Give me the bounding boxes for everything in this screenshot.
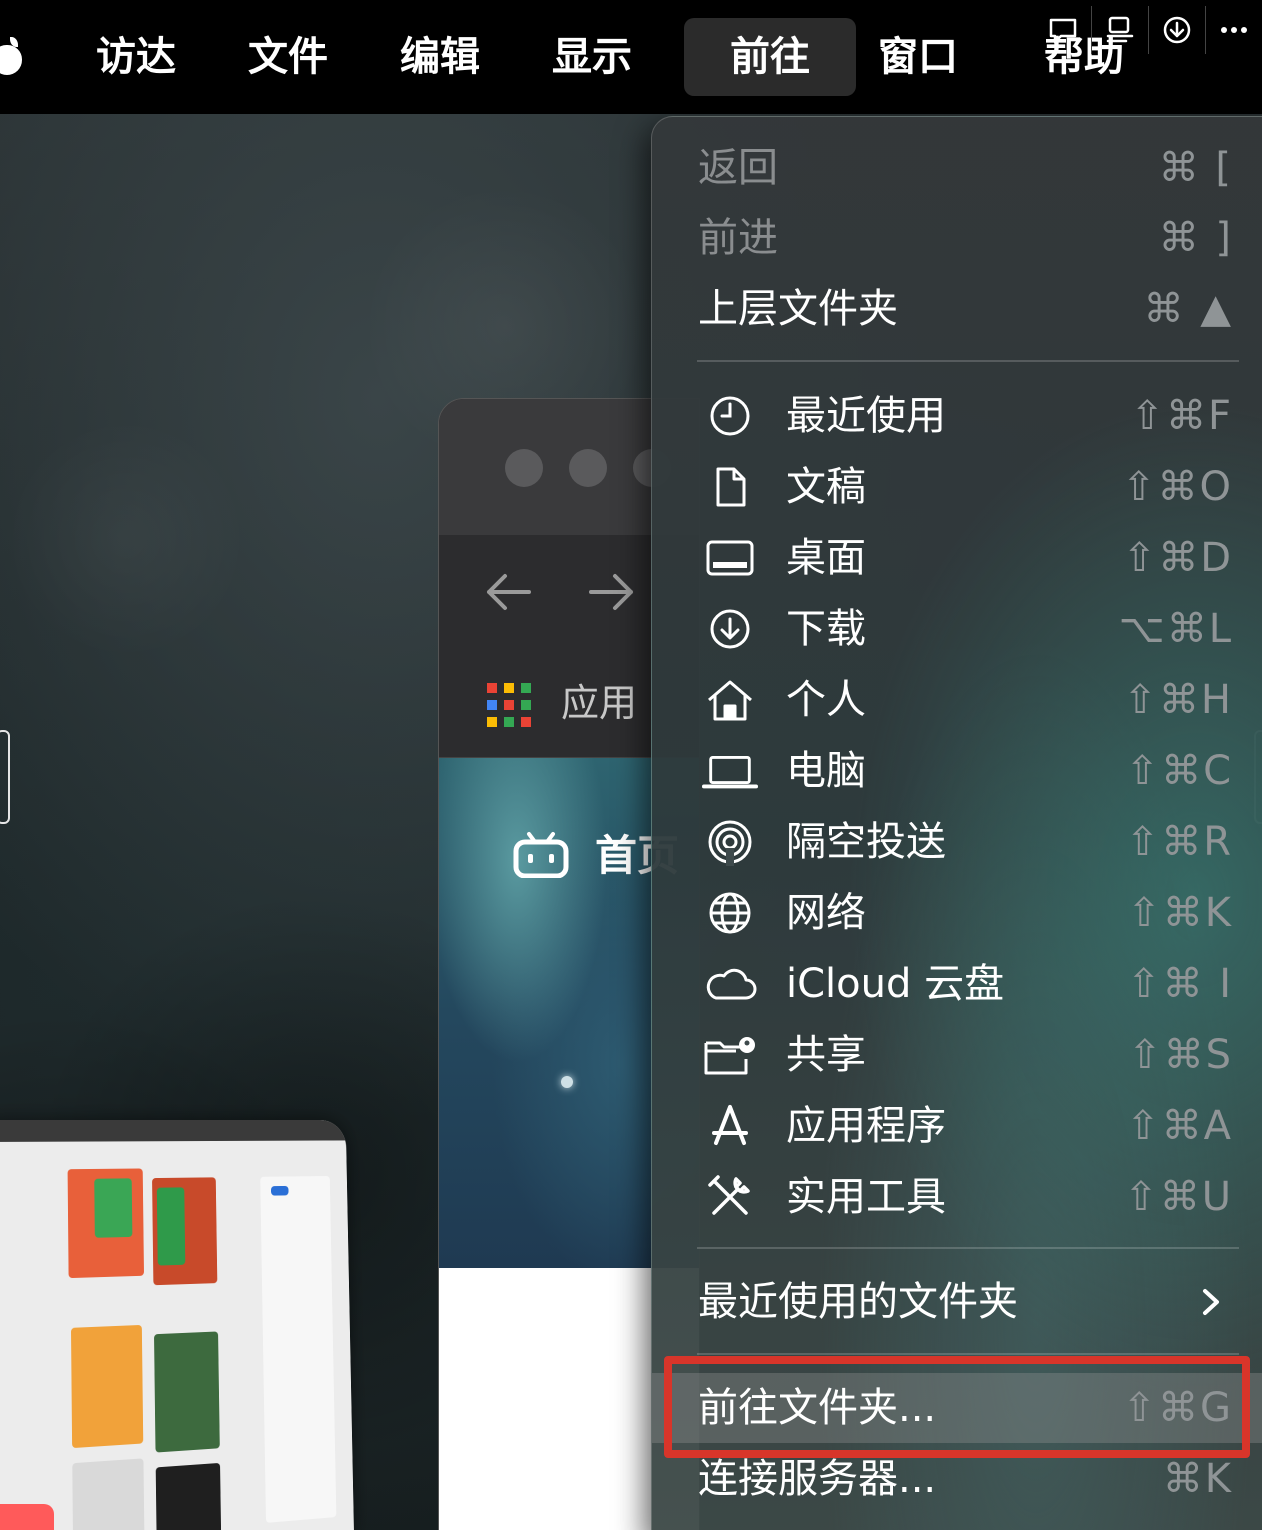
menu-item-downloads[interactable]: 下载 ⌥⌘L [652, 594, 1262, 664]
laptop-icon [702, 749, 758, 793]
menu-item-airdrop[interactable]: 隔空投送 ⇧⌘R [652, 807, 1262, 877]
shortcut-label: ⌥⌘L [1118, 606, 1233, 652]
more-icon[interactable] [1206, 2, 1262, 58]
utilities-icon [702, 1175, 758, 1219]
shortcut-label: ⇧⌘A [1126, 1103, 1233, 1149]
menu-item-label: 个人 [786, 677, 866, 723]
dock-app-icon[interactable] [0, 1504, 54, 1530]
shortcut-label: ⇧⌘ I [1126, 961, 1233, 1007]
menu-item-label: 最近使用 [786, 393, 946, 439]
cloud-icon [702, 962, 758, 1006]
display-icon[interactable] [1092, 2, 1148, 58]
status-icons [1035, 0, 1262, 60]
menu-item-forward[interactable]: 前进 ⌘ ] [652, 203, 1262, 273]
close-button[interactable] [505, 449, 543, 487]
go-menu-dropdown: 返回 ⌘ [ 前进 ⌘ ] 上层文件夹 ⌘ ▲ 最近使用 ⇧⌘F 文稿 ⇧⌘O [651, 116, 1262, 1530]
menu-separator [697, 1247, 1239, 1249]
globe-icon [702, 891, 758, 935]
document-icon [702, 465, 758, 509]
menu-item-label: 上层文件夹 [698, 286, 898, 332]
download-icon [702, 607, 758, 651]
menu-item-back[interactable]: 返回 ⌘ [ [652, 133, 1262, 203]
menu-bar: 访达 文件 编辑 显示 前往 窗口 帮助 [0, 0, 1262, 114]
menu-go[interactable]: 前往 [684, 18, 856, 96]
annotation-highlight-box [664, 1356, 1250, 1458]
menu-item-applications[interactable]: 应用程序 ⇧⌘A [652, 1091, 1262, 1161]
menu-item-label: 前进 [698, 215, 778, 261]
shortcut-label: ⇧⌘C [1125, 748, 1233, 794]
menu-separator [697, 360, 1239, 362]
chevron-right-icon [1203, 1289, 1219, 1315]
shortcut-label: ⇧⌘O [1122, 464, 1233, 510]
apple-logo-icon[interactable] [0, 37, 26, 77]
screen: 应用 首页 访达 文件 编辑 显示 前往 窗口 帮助 返回 ⌘ [前进 ⌘]… [0, 0, 1262, 1530]
applications-icon [702, 1104, 758, 1148]
bilibili-tv-icon [513, 832, 569, 878]
menu-window[interactable]: 窗口 [856, 18, 978, 96]
menu-item-home[interactable]: 个人 ⇧⌘H [652, 665, 1262, 735]
clock-icon [702, 394, 758, 438]
airdrop-icon [702, 820, 758, 866]
menu-item-label: 电脑 [786, 748, 866, 794]
shared-folder-icon [702, 1033, 758, 1077]
menu-separator [697, 1353, 1239, 1355]
menu-item-utilities[interactable]: 实用工具 ⇧⌘U [652, 1162, 1262, 1232]
download-circle-icon[interactable] [1149, 2, 1205, 58]
shortcut-label: ⌘ ] [1158, 215, 1233, 261]
menu-item-enclosing-folder[interactable]: 上层文件夹 ⌘ ▲ [652, 274, 1262, 344]
menu-item-label: 最近使用的文件夹 [698, 1279, 1018, 1325]
menu-item-label: 共享 [786, 1032, 866, 1078]
menu-item-recent-folders[interactable]: 最近使用的文件夹 [652, 1267, 1262, 1337]
menu-item-label: iCloud 云盘 [786, 961, 1005, 1007]
apps-grid-icon[interactable] [487, 683, 531, 727]
menu-item-computer[interactable]: 电脑 ⇧⌘C [652, 736, 1262, 806]
menu-item-recents[interactable]: 最近使用 ⇧⌘F [652, 381, 1262, 451]
left-edge-handle[interactable] [0, 730, 10, 824]
shortcut-label: ⇧⌘U [1124, 1174, 1233, 1220]
menu-item-label: 网络 [786, 890, 866, 936]
shortcut-label: ⇧⌘H [1123, 677, 1233, 723]
shortcut-label: ⌘ ▲ [1143, 286, 1233, 332]
shortcut-label: ⇧⌘D [1122, 535, 1233, 581]
menu-item-label: 桌面 [786, 535, 866, 581]
menu-item-desktop[interactable]: 桌面 ⇧⌘D [652, 523, 1262, 593]
menu-edit[interactable]: 编辑 [380, 18, 500, 96]
shortcut-label: ⇧⌘R [1125, 819, 1233, 865]
menu-file[interactable]: 文件 [228, 18, 348, 96]
menu-item-documents[interactable]: 文稿 ⇧⌘O [652, 452, 1262, 522]
forward-arrow-icon[interactable] [587, 571, 637, 613]
shortcut-label: ⇧⌘F [1130, 393, 1233, 439]
menu-item-label: 下载 [786, 606, 866, 652]
minimize-button[interactable] [569, 449, 607, 487]
menu-item-label: 隔空投送 [786, 819, 946, 865]
shortcut-label: ⇧⌘S [1128, 1032, 1233, 1078]
shortcut-label: ⇧⌘K [1127, 890, 1233, 936]
back-arrow-icon[interactable] [483, 571, 533, 613]
menu-item-label: 返回 [698, 145, 778, 191]
window-thumbnail[interactable] [0, 1120, 355, 1530]
menu-item-icloud-drive[interactable]: iCloud 云盘 ⇧⌘ I [652, 949, 1262, 1019]
menu-item-label: 文稿 [786, 464, 866, 510]
menu-item-label: 实用工具 [786, 1174, 946, 1220]
menu-item-network[interactable]: 网络 ⇧⌘K [652, 878, 1262, 948]
menu-item-label: 应用程序 [786, 1103, 946, 1149]
chat-bubble-icon[interactable] [1035, 2, 1091, 58]
bookmark-apps-label[interactable]: 应用 [561, 671, 637, 735]
home-icon [702, 678, 758, 722]
menu-finder[interactable]: 访达 [76, 18, 196, 96]
desktop-icon [702, 536, 758, 580]
shortcut-label: ⌘ [ [1158, 145, 1233, 191]
menu-view[interactable]: 显示 [532, 18, 652, 96]
menu-item-shared[interactable]: 共享 ⇧⌘S [652, 1020, 1262, 1090]
